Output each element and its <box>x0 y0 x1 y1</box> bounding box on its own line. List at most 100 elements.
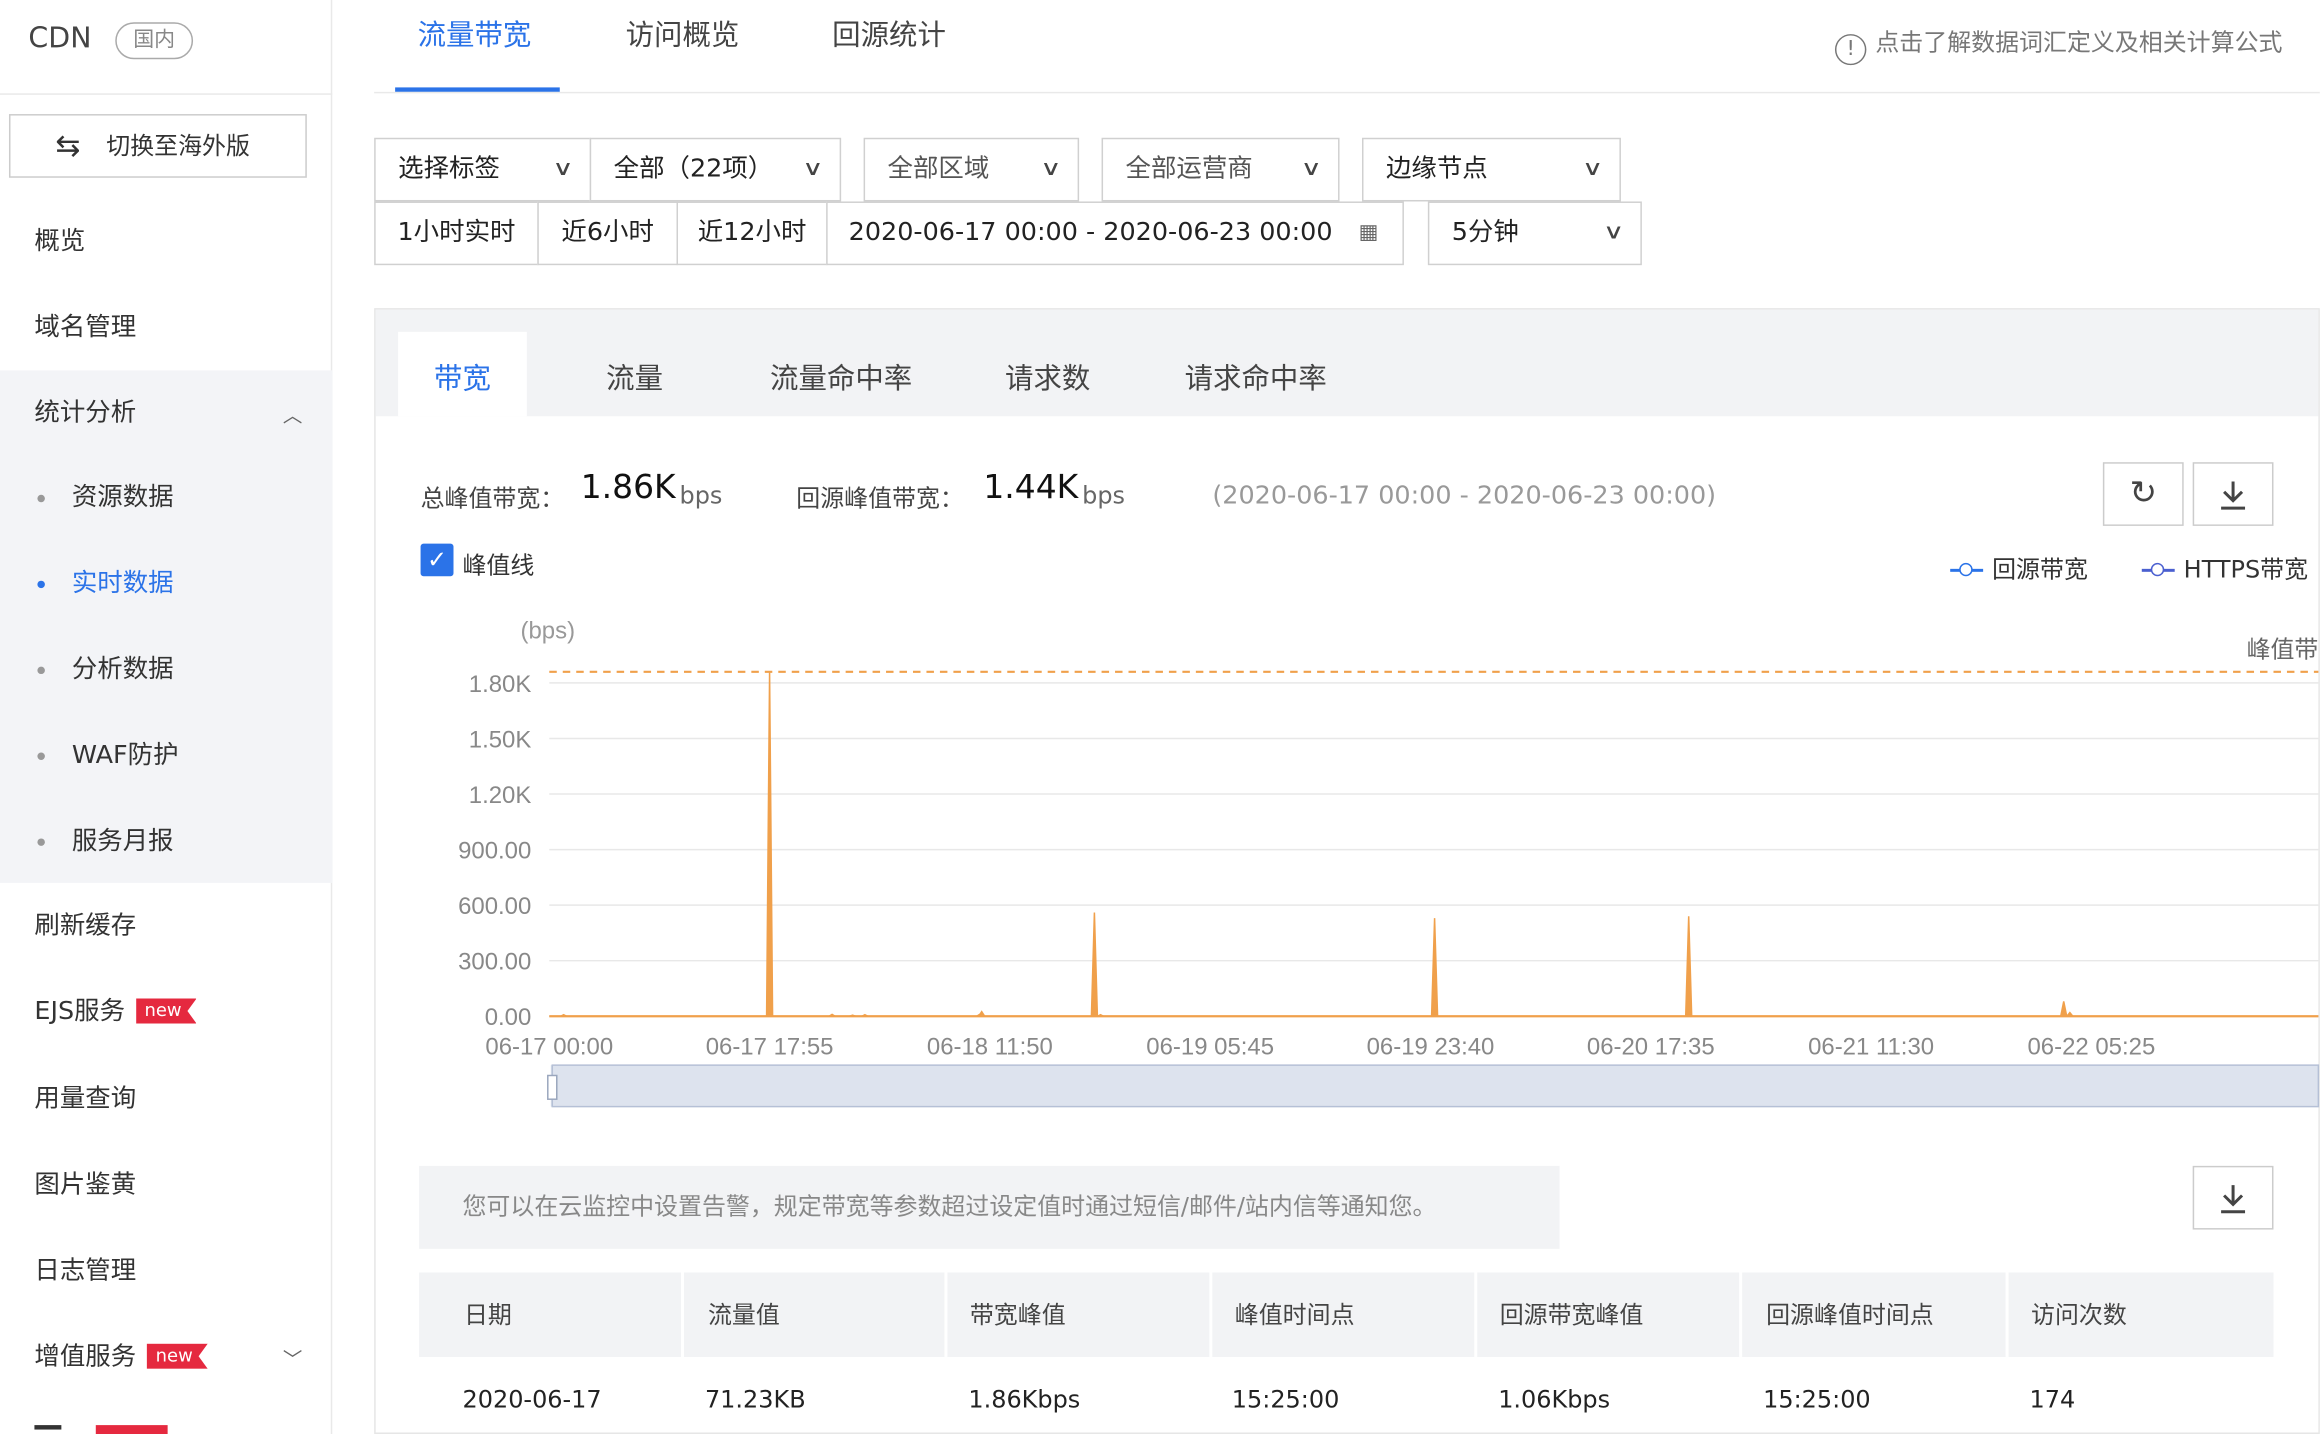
granularity-select-value: 5分钟 <box>1451 217 1519 248</box>
tab-origin-stats[interactable]: 回源统计 <box>832 13 946 57</box>
sidebar-group-stats <box>0 370 333 883</box>
product-title: CDN <box>28 22 92 55</box>
cell-peak-time: 15:25:00 <box>1231 1385 1340 1414</box>
th-origin-peak-time: 回源峰值时间点 <box>1766 1300 1934 1329</box>
range-1h-button[interactable]: 1小时实时 <box>374 201 539 266</box>
sidebar-item-image[interactable]: 图片鉴黄 <box>34 1163 136 1207</box>
help-link[interactable]: ! 点击了解数据词汇定义及相关计算公式 <box>1834 22 2283 66</box>
subtab-traffic[interactable]: 流量 <box>578 332 692 416</box>
range-6h-button[interactable]: 近6小时 <box>537 201 679 266</box>
series-spike <box>849 1014 856 1017</box>
granularity-select[interactable]: 5分钟 ∨ <box>1427 201 1642 266</box>
region-select[interactable]: 全部区域 ∨ <box>863 137 1080 202</box>
sidebar-item-domain[interactable]: 域名管理 <box>34 305 136 349</box>
region-badge: 国内 <box>115 22 194 60</box>
download-table-button[interactable] <box>2192 1165 2274 1230</box>
series-spike <box>977 1010 987 1017</box>
sidebar-item-truncated <box>34 1425 62 1430</box>
sidebar-subitem-analysis[interactable]: 分析数据 <box>72 647 174 691</box>
sidebar-subitem-waf[interactable]: WAF防护 <box>72 733 179 777</box>
series-spike <box>1097 1013 1104 1017</box>
zoom-slider-track[interactable] <box>550 1065 2319 1107</box>
total-peak-unit: bps <box>679 481 723 510</box>
column-divider <box>1209 1272 1213 1357</box>
isp-select[interactable]: 全部运营商 ∨ <box>1101 137 1340 202</box>
node-select[interactable]: 边缘节点 ∨ <box>1361 137 1621 202</box>
y-tick-label: 1.20K <box>469 782 532 809</box>
subtab-traffic-hit-rate[interactable]: 流量命中率 <box>753 332 930 416</box>
bullet-icon <box>37 838 45 846</box>
download-chart-button[interactable] <box>2192 462 2274 526</box>
swap-icon: ⇆ <box>55 127 81 163</box>
chart-y-ticks: 0.00 300.00 600.00 900.00 1.20K 1.50K 1.80K <box>458 671 531 1031</box>
bullet-icon <box>37 494 45 503</box>
sidebar-item-stats[interactable]: 统计分析 <box>34 391 136 435</box>
switch-overseas-label: 切换至海外版 <box>106 131 250 160</box>
cell-date: 2020-06-17 <box>462 1385 602 1414</box>
subtab-request-hit-rate[interactable]: 请求命中率 <box>1167 332 1344 416</box>
date-range-picker[interactable]: 2020-06-17 00:00 - 2020-06-23 00:00 ▦ <box>826 201 1404 266</box>
th-origin-peak: 回源带宽峰值 <box>1499 1300 1644 1329</box>
legend-origin-bandwidth[interactable]: 回源带宽 <box>1950 550 2088 586</box>
legend-https-label: HTTPS带宽 <box>2183 555 2309 584</box>
series-spike <box>1684 916 1693 1017</box>
range-12h-button[interactable]: 近12小时 <box>676 201 828 266</box>
new-badge: new <box>146 1343 208 1369</box>
tag-select-value: 选择标签 <box>398 154 500 184</box>
peak-line-checkbox[interactable]: ✓ <box>420 543 454 577</box>
new-badge-truncated <box>95 1425 168 1434</box>
origin-peak-label: 回源峰值带宽： <box>796 484 964 513</box>
subtab-requests[interactable]: 请求数 <box>988 332 1108 416</box>
sidebar-item-ejs[interactable]: EJS服务 new <box>34 990 197 1034</box>
tab-access-overview[interactable]: 访问概览 <box>626 13 740 57</box>
th-traffic: 流量值 <box>707 1300 780 1329</box>
chart-x-ticks: 06-17 00:00 06-17 17:55 06-18 11:50 06-19 0… <box>485 1034 2155 1061</box>
date-range-value: 2020-06-17 00:00 - 2020-06-23 00:00 <box>848 217 1333 248</box>
chevron-up-icon[interactable]: ︿ <box>283 400 302 428</box>
chevron-down-icon: ∨ <box>551 157 574 181</box>
chevron-down-icon: ∨ <box>1581 157 1604 181</box>
sidebar-subitem-resource[interactable]: 资源数据 <box>72 476 174 520</box>
th-peak-bandwidth: 带宽峰值 <box>969 1300 1066 1329</box>
tab-traffic-bandwidth[interactable]: 流量带宽 <box>418 13 532 57</box>
th-date: 日期 <box>463 1300 512 1329</box>
switch-overseas-button[interactable]: ⇆ 切换至海外版 <box>8 114 307 178</box>
series-spike <box>765 671 774 1017</box>
x-tick-label: 06-18 11:50 <box>927 1034 1053 1061</box>
sidebar-item-log[interactable]: 日志管理 <box>34 1249 136 1293</box>
th-peak-time: 峰值时间点 <box>1234 1300 1355 1329</box>
sidebar-subitem-monthly[interactable]: 服务月报 <box>72 819 174 863</box>
total-peak-label: 总峰值带宽： <box>420 484 565 513</box>
sidebar-item-overview[interactable]: 概览 <box>34 219 85 263</box>
sidebar-header: CDN 国内 <box>0 0 333 95</box>
series-spike <box>560 1013 567 1017</box>
tag-select[interactable]: 选择标签 ∨ <box>374 137 592 202</box>
legend-https-bandwidth[interactable]: HTTPS带宽 <box>2141 550 2309 586</box>
sidebar-item-refresh[interactable]: 刷新缓存 <box>34 904 136 948</box>
sidebar-item-ejs-label: EJS服务 <box>34 996 126 1027</box>
column-divider <box>2005 1272 2009 1357</box>
download-icon <box>2221 1185 2246 1214</box>
calendar-icon: ▦ <box>1358 220 1379 245</box>
new-badge: new <box>135 998 197 1024</box>
x-tick-label: 06-17 17:55 <box>706 1034 834 1061</box>
series-spike <box>826 1013 838 1017</box>
sidebar-subitem-realtime[interactable]: 实时数据 <box>72 561 174 605</box>
cell-origin-peak: 1.06Kbps <box>1498 1385 1611 1414</box>
chevron-down-icon[interactable]: ﹀ <box>283 1344 302 1372</box>
y-tick-label: 900.00 <box>458 838 531 865</box>
bandwidth-series <box>549 671 2319 1018</box>
refresh-button[interactable]: ↻ <box>2102 462 2184 526</box>
domain-select[interactable]: 全部（22项） ∨ <box>589 137 842 202</box>
subtab-bandwidth[interactable]: 带宽 <box>398 331 527 417</box>
sidebar-item-usage[interactable]: 用量查询 <box>34 1077 136 1121</box>
bandwidth-chart: 0.00 300.00 600.00 900.00 1.20K 1.50K 1.80K 06… <box>458 618 2320 1108</box>
help-text: 点击了解数据词汇定义及相关计算公式 <box>1875 28 2283 57</box>
sidebar-item-value-added[interactable]: 增值服务 new <box>34 1335 208 1379</box>
series-spike <box>1090 912 1099 1017</box>
th-visits: 访问次数 <box>2031 1300 2127 1329</box>
legend-line-icon <box>2141 562 2175 577</box>
cell-traffic: 71.23KB <box>704 1385 806 1414</box>
x-tick-label: 06-17 00:00 <box>485 1034 613 1061</box>
zoom-slider-handle[interactable] <box>547 1074 558 1100</box>
